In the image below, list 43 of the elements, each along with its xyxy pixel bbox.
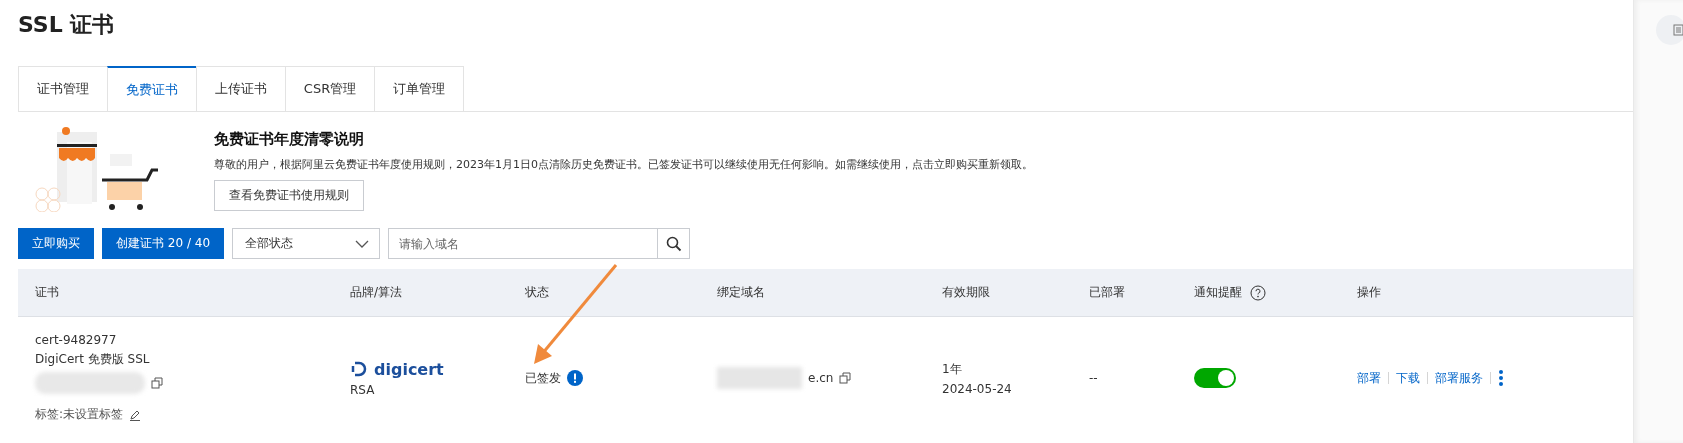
tag-label: 标签:未设置标签 bbox=[35, 406, 124, 423]
search-icon bbox=[665, 235, 682, 252]
action-link[interactable]: 下载 bbox=[1396, 369, 1420, 387]
more-icon[interactable] bbox=[1498, 369, 1504, 387]
tab[interactable]: 证书管理 bbox=[18, 66, 108, 111]
action-link[interactable]: 部署服务 bbox=[1435, 369, 1483, 387]
page-title: SSL 证书 bbox=[18, 11, 116, 39]
search-field[interactable]: 请输入域名 bbox=[388, 228, 658, 259]
create-certificate-button[interactable]: 创建证书 20 / 40 bbox=[102, 228, 225, 259]
certificate-id: cert-9482977 bbox=[35, 333, 117, 347]
copy-icon[interactable] bbox=[151, 377, 163, 389]
help-icon bbox=[1250, 284, 1266, 301]
notice-title: 免费证书年度清零说明 bbox=[214, 130, 364, 149]
validity-period: 1年 bbox=[942, 360, 962, 378]
chevron-down-icon bbox=[355, 239, 370, 248]
status-dropdown[interactable]: 全部状态 bbox=[232, 228, 381, 259]
action-link[interactable]: 部署 bbox=[1357, 369, 1381, 387]
column-header: 绑定域名 bbox=[717, 284, 765, 301]
algorithm: RSA bbox=[350, 382, 375, 397]
column-header: 状态 bbox=[525, 284, 549, 301]
info-icon[interactable] bbox=[567, 370, 583, 386]
column-header: 已部署 bbox=[1089, 284, 1125, 301]
notify-toggle[interactable] bbox=[1194, 368, 1236, 388]
column-header: 有效期限 bbox=[942, 284, 990, 301]
logo-icon bbox=[350, 360, 368, 378]
status-text: 已签发 bbox=[525, 369, 561, 387]
column-header: 操作 bbox=[1357, 284, 1381, 301]
search-button[interactable] bbox=[657, 228, 691, 259]
rules-button[interactable]: 查看免费证书使用规则 bbox=[214, 180, 364, 211]
column-header: 证书 bbox=[35, 284, 59, 301]
copy-icon[interactable] bbox=[839, 372, 852, 384]
buy-button[interactable]: 立即购买 bbox=[18, 228, 94, 259]
deployed-value: -- bbox=[1089, 371, 1098, 385]
notice-text: 尊敬的用户，根据阿里云免费证书年度使用规则，2023年1月1日0点清除历史免费证书。已签发证书可以继续使用无任何影响。如需继续使用，点击立即购买重新领取。 bbox=[214, 157, 1033, 172]
certificate-name: DigiCert 免费版 SSL bbox=[35, 351, 150, 368]
notes-icon bbox=[1672, 24, 1683, 36]
expiry-date: 2024-05-24 bbox=[942, 381, 1012, 396]
pencil-icon[interactable] bbox=[129, 408, 142, 421]
tab[interactable]: 订单管理 bbox=[374, 66, 464, 111]
domain-text: e.cn bbox=[808, 371, 834, 385]
brand-name: digicert bbox=[374, 359, 444, 379]
column-header: 品牌/算法 bbox=[350, 284, 403, 301]
column-header: 通知提醒 bbox=[1194, 284, 1242, 301]
